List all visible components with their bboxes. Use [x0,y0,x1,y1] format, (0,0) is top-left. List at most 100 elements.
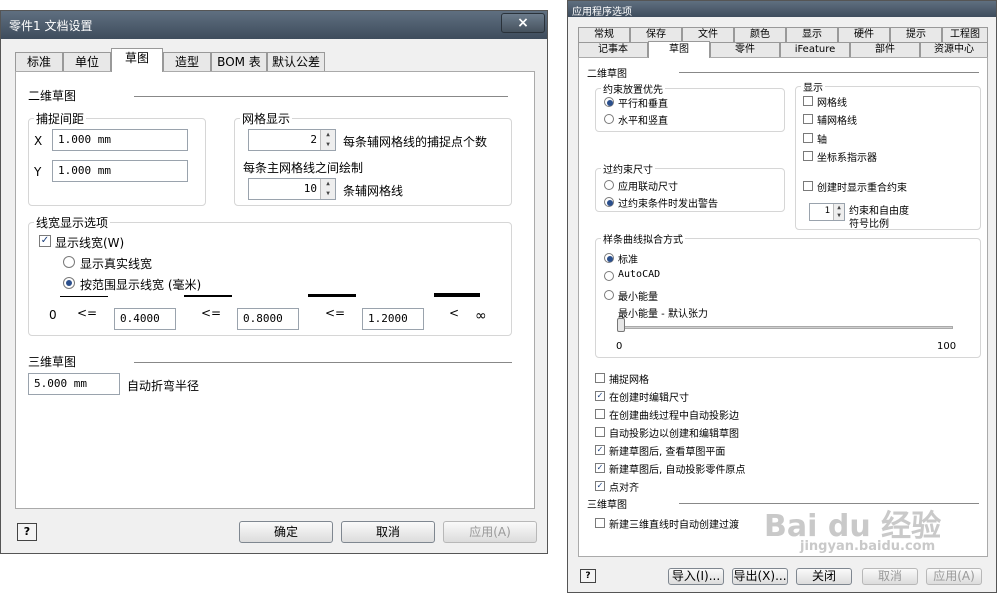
spin-up-icon[interactable]: ▲ [320,179,335,189]
tab-files[interactable]: 文件 [682,27,734,42]
lineweight-sample-2 [184,295,232,297]
tension-slider-thumb[interactable] [617,318,625,332]
driven-dimension-radio[interactable] [604,180,614,190]
option-label: 捕捉网格 [609,375,649,386]
axes-checkbox[interactable] [803,133,813,143]
spin-down-icon[interactable]: ▼ [320,189,335,199]
option-label: 在创建时编辑尺寸 [609,393,689,404]
tab-standard[interactable]: 标准 [15,52,63,71]
auto-bend-label: 新建三维直线时自动创建过渡 [609,520,739,531]
show-coincident-checkbox[interactable] [803,181,813,191]
sketch3d-heading: 三维草图 [587,500,627,511]
import-button[interactable]: 导入(I)... [668,568,724,585]
option-checkbox[interactable] [595,409,605,419]
lineweight-label: 线宽显示选项 [34,214,111,231]
lineweight-threshold-2[interactable]: 0.8000 [237,308,299,330]
option-checkbox[interactable]: ✓ [595,481,605,491]
tab-drawing[interactable]: 工程图 [942,27,988,42]
tension-label: 最小能量 - 默认张力 [618,309,708,320]
driven-dimension-label: 应用联动尺寸 [618,182,678,193]
option-label: 新建草图后, 自动投影零件原点 [609,465,746,476]
auto-bend-checkbox[interactable] [595,518,605,528]
minor-grid-lines-label: 辅网格线 [817,116,857,127]
tab-general[interactable]: 常规 [578,27,630,42]
minor-per-major-spinner[interactable]: 10 ▲ ▼ [248,178,336,200]
display-lineweight-checkbox[interactable]: ✓ [39,235,51,247]
tab-ifeature[interactable]: iFeature [780,42,850,57]
spin-up-icon[interactable]: ▲ [833,204,844,212]
option-checkbox[interactable]: ✓ [595,391,605,401]
option-checkbox[interactable] [595,373,605,383]
tab-default-tolerance[interactable]: 默认公差 [267,52,325,71]
option-label: 新建草图后, 查看草图平面 [609,447,726,458]
divider [679,72,979,73]
close-button[interactable]: 关闭 [796,568,852,585]
tab-display[interactable]: 显示 [786,27,838,42]
tab-colors[interactable]: 颜色 [734,27,786,42]
spin-down-icon[interactable]: ▼ [320,140,335,150]
warn-overconstrained-radio[interactable] [604,197,614,207]
tab-sketch[interactable]: 草图 [111,48,163,72]
sketch3d-heading: 三维草图 [28,355,77,369]
tab-modeling[interactable]: 造型 [163,52,211,71]
export-button[interactable]: 导出(X)... [732,568,788,585]
major-every-label: 每条主网格线之间绘制 [243,161,364,175]
spline-fit-label: 样条曲线拟合方式 [601,231,685,246]
true-lineweight-radio[interactable] [63,256,75,268]
sketch-tab-panel: 二维草图 捕捉间距 X 1.000 mm Y 1.000 mm 网格显示 2 ▲… [15,71,535,509]
spline-standard-radio[interactable] [604,253,614,263]
close-button[interactable]: × [501,13,545,33]
snap-x-input[interactable]: 1.000 mm [52,129,188,151]
spline-min-energy-radio[interactable] [604,290,614,300]
tab-prompts[interactable]: 提示 [890,27,942,42]
ok-button[interactable]: 确定 [239,521,333,543]
parallel-perpendicular-radio[interactable] [604,97,614,107]
dof-scale-spinner[interactable]: 1 ▲ ▼ [809,203,845,221]
application-options-dialog: 应用程序选项 常规 保存 文件 颜色 显示 硬件 提示 工程图 记事本 草图 零… [567,0,997,593]
range-lineweight-label: 按范围显示线宽 (毫米) [80,278,202,292]
tab-content-center[interactable]: 资源中心 [920,42,988,57]
tab-bom[interactable]: BOM 表 [211,52,267,71]
dialog-title: 零件1 文档设置 [9,19,93,33]
le-symbol-1: <= [77,306,98,320]
option-label: 点对齐 [609,483,639,494]
help-icon[interactable]: ? [580,569,596,583]
coord-indicator-checkbox[interactable] [803,151,813,161]
cancel-button[interactable]: 取消 [341,521,435,543]
spin-up-icon[interactable]: ▲ [320,130,335,140]
display-lineweight-label: 显示线宽(W) [55,236,125,250]
tab-hardware[interactable]: 硬件 [838,27,890,42]
tab-sketch[interactable]: 草图 [648,41,710,58]
le-symbol-2: <= [201,306,222,320]
grid-lines-label: 网格线 [817,98,847,109]
tab-save[interactable]: 保存 [630,27,682,42]
grid-lines-checkbox[interactable] [803,96,813,106]
spinner-value: 1 [824,206,830,216]
spline-autocad-radio[interactable] [604,271,614,281]
spin-down-icon[interactable]: ▼ [833,212,844,220]
option-checkbox[interactable] [595,427,605,437]
tab-notebook[interactable]: 记事本 [578,42,648,57]
bend-radius-input[interactable]: 5.000 mm [28,373,120,395]
minor-per-major-label: 条辅网格线 [343,184,404,198]
help-icon[interactable]: ? [17,523,37,541]
snap-y-input[interactable]: 1.000 mm [52,160,188,182]
overconstrained-label: 过约束尺寸 [601,161,655,176]
range-lineweight-radio[interactable] [63,277,75,289]
spline-standard-label: 标准 [618,255,638,266]
snap-per-minor-spinner[interactable]: 2 ▲ ▼ [248,129,336,151]
horizontal-vertical-radio[interactable] [604,114,614,124]
option-checkbox[interactable]: ✓ [595,445,605,455]
document-settings-dialog: 零件1 文档设置 × 标准 单位 草图 造型 BOM 表 默认公差 二维草图 捕… [0,10,548,554]
lineweight-sample-1 [60,296,108,297]
tab-units[interactable]: 单位 [63,52,111,71]
lineweight-threshold-3[interactable]: 1.2000 [362,308,424,330]
tab-assembly[interactable]: 部件 [850,42,920,57]
lineweight-threshold-1[interactable]: 0.4000 [114,308,176,330]
minor-grid-lines-checkbox[interactable] [803,114,813,124]
option-checkbox[interactable]: ✓ [595,463,605,473]
lineweight-sample-3 [308,294,356,297]
tab-part[interactable]: 零件 [710,42,780,57]
y-label: Y [34,165,42,179]
tension-slider-track[interactable] [619,326,953,329]
